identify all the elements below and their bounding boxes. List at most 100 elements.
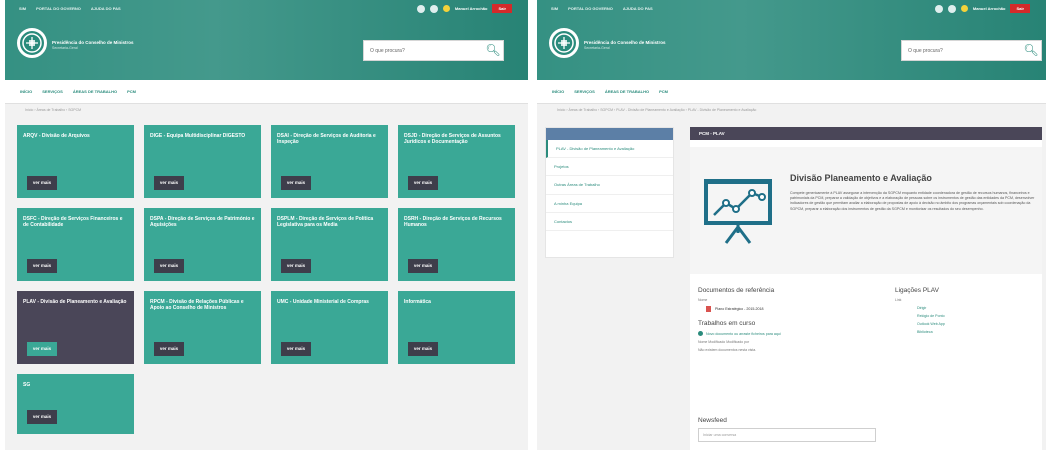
side-menu-item[interactable]: PLAV - Divisão de Planeamento e Avaliaçã…: [546, 140, 673, 159]
see-more-button[interactable]: ver mais: [281, 259, 311, 273]
see-more-button[interactable]: ver mais: [27, 410, 57, 424]
search-input[interactable]: O que procura?: [902, 48, 1021, 54]
breadcrumb[interactable]: Início › Áreas de Trabalho › SGPCM › PLA…: [557, 108, 756, 112]
work-area-card[interactable]: UMC - Unidade Ministerial de Compras ver…: [271, 291, 388, 364]
search-box[interactable]: O que procura? 🔍︎: [901, 40, 1042, 61]
user-name[interactable]: Manuel Arrochão: [455, 6, 488, 11]
main-nav: Início Serviços Áreas de Trabalho PCM: [537, 80, 1046, 104]
settings-icon[interactable]: [934, 4, 943, 13]
search-input[interactable]: O que procura?: [364, 48, 483, 54]
user-name[interactable]: Manuel Arrochão: [973, 6, 1006, 11]
main-content: PCM - PLAV Divisão Planeamento e Avaliaç…: [690, 127, 1042, 450]
see-more-button[interactable]: ver mais: [281, 176, 311, 190]
nav-item[interactable]: Áreas de Trabalho: [605, 89, 649, 94]
search-box[interactable]: O que procura? 🔍︎: [363, 40, 504, 61]
work-area-card[interactable]: DSJD - Direção de Serviços de Assuntos J…: [398, 125, 515, 198]
see-more-button[interactable]: ver mais: [281, 342, 311, 356]
see-more-button[interactable]: ver mais: [408, 342, 438, 356]
coat-of-arms-logo[interactable]: [17, 28, 47, 58]
link-row[interactable]: Outlook Web App: [917, 322, 987, 326]
work-area-card-active[interactable]: PLAV - Divisão de Planeamento e Avaliaçã…: [17, 291, 134, 364]
top-link[interactable]: Ajuda do PAS: [623, 6, 653, 11]
settings-icon[interactable]: [416, 4, 425, 13]
unit-description: Compete genericamente à PLAV assegurar a…: [790, 191, 1035, 211]
breadcrumb[interactable]: Início › Áreas de Trabalho › SGPCM: [25, 108, 81, 112]
top-link[interactable]: SIM: [19, 6, 26, 11]
side-menu-item[interactable]: Projetos: [546, 158, 673, 177]
docs-column-header: Nome: [698, 298, 708, 302]
nav-item[interactable]: Início: [20, 89, 32, 94]
empty-message: Não existem documentos nesta vista.: [698, 348, 757, 352]
main-nav: Início Serviços Áreas de Trabalho PCM: [5, 80, 528, 104]
see-more-button[interactable]: ver mais: [408, 176, 438, 190]
help-icon[interactable]: [429, 4, 438, 13]
reference-documents: Documentos de referência Nome Plano Estr…: [698, 287, 888, 356]
work-area-card[interactable]: RPCM - Divisão de Relações Públicas e Ap…: [144, 291, 261, 364]
nav-item[interactable]: Serviços: [42, 89, 63, 94]
exit-button[interactable]: Sair: [1010, 4, 1030, 13]
link-row[interactable]: Biblioteca: [917, 330, 987, 334]
nav-item[interactable]: PCM: [659, 89, 668, 94]
conversation-input[interactable]: Iniciar uma conversa: [698, 428, 876, 442]
newsfeed: Newsfeed Iniciar uma conversa: [698, 417, 888, 442]
search-icon[interactable]: 🔍︎: [483, 41, 503, 60]
see-more-button[interactable]: ver mais: [154, 176, 184, 190]
nav-item[interactable]: PCM: [127, 89, 136, 94]
pdf-icon: [706, 306, 711, 312]
top-link[interactable]: Ajuda do PAS: [91, 6, 121, 11]
work-area-card[interactable]: DSFC - Direção de Serviços Financeiros e…: [17, 208, 134, 281]
exit-button[interactable]: Sair: [492, 4, 512, 13]
side-menu-header: [546, 128, 673, 140]
side-menu-item[interactable]: Contactos: [546, 213, 673, 231]
coat-of-arms-logo[interactable]: [549, 28, 579, 58]
new-document-link[interactable]: Novo documento ou arraste ficheiros para…: [698, 331, 888, 336]
user-status-icon: [442, 5, 450, 12]
top-link[interactable]: Portal do Governo: [36, 6, 81, 11]
nav-item[interactable]: Áreas de Trabalho: [73, 89, 117, 94]
unit-feature: Divisão Planeamento e Avaliação Compete …: [690, 147, 1042, 274]
top-link[interactable]: SIM: [551, 6, 558, 11]
work-area-card[interactable]: Informática ver mais: [398, 291, 515, 364]
work-area-card[interactable]: ARQV - Divisão de Arquivos ver mais: [17, 125, 134, 198]
work-area-card[interactable]: DSPLM - Direção de Serviços de Política …: [271, 208, 388, 281]
work-column-headers: Nome Modificado Modificado por: [698, 340, 750, 344]
links-column-header: Link: [895, 298, 902, 302]
side-menu-item[interactable]: Outras Áreas de Trabalho: [546, 176, 673, 195]
top-links: SIM Portal do Governo Ajuda do PAS: [551, 6, 653, 11]
unit-title: Divisão Planeamento e Avaliação: [790, 173, 932, 183]
work-area-card[interactable]: DSRH - Direção de Serviços de Recursos H…: [398, 208, 515, 281]
see-more-button[interactable]: ver mais: [27, 176, 57, 190]
plav-links: Ligações PLAV Link Dirigir Relógio de Po…: [895, 287, 1025, 338]
side-menu: PLAV - Divisão de Planeamento e Avaliaçã…: [545, 127, 674, 258]
link-row[interactable]: Relógio de Ponto: [917, 314, 987, 318]
side-menu-item[interactable]: A minha Equipa: [546, 195, 673, 213]
see-more-button[interactable]: ver mais: [408, 259, 438, 273]
nav-item[interactable]: Início: [552, 89, 564, 94]
see-more-button[interactable]: ver mais: [27, 342, 57, 356]
presentation-board-icon: [704, 179, 772, 244]
work-area-card[interactable]: DSPA - Direção de Serviços de Património…: [144, 208, 261, 281]
work-area-card[interactable]: DSAI - Direção de Serviços de Auditoria …: [271, 125, 388, 198]
top-link[interactable]: Portal do Governo: [568, 6, 613, 11]
add-icon: [698, 331, 703, 336]
user-status-icon: [960, 5, 968, 12]
work-area-card[interactable]: SG ver mais: [17, 374, 134, 434]
search-icon[interactable]: 🔍︎: [1021, 41, 1041, 60]
document-row[interactable]: Plano Estratégico - 2015-2018: [706, 306, 888, 312]
coat-of-arms-icon: [22, 33, 42, 53]
see-more-button[interactable]: ver mais: [154, 342, 184, 356]
left-screenshot: SIM Portal do Governo Ajuda do PAS Manue…: [5, 0, 528, 450]
page-title: PCM - PLAV: [690, 127, 1042, 140]
work-area-card[interactable]: DIGE - Equipa Multidisciplinar DIGESTO v…: [144, 125, 261, 198]
site-title: Presidência do Conselho de Ministros Sec…: [584, 40, 666, 50]
coat-of-arms-icon: [554, 33, 574, 53]
see-more-button[interactable]: ver mais: [27, 259, 57, 273]
user-area: Manuel Arrochão Sair: [934, 4, 1030, 13]
help-icon[interactable]: [947, 4, 956, 13]
see-more-button[interactable]: ver mais: [154, 259, 184, 273]
right-screenshot: SIM Portal do Governo Ajuda do PAS Manue…: [537, 0, 1046, 450]
user-area: Manuel Arrochão Sair: [416, 4, 512, 13]
nav-item[interactable]: Serviços: [574, 89, 595, 94]
site-title: Presidência do Conselho de Ministros Sec…: [52, 40, 134, 50]
link-row[interactable]: Dirigir: [917, 306, 987, 310]
